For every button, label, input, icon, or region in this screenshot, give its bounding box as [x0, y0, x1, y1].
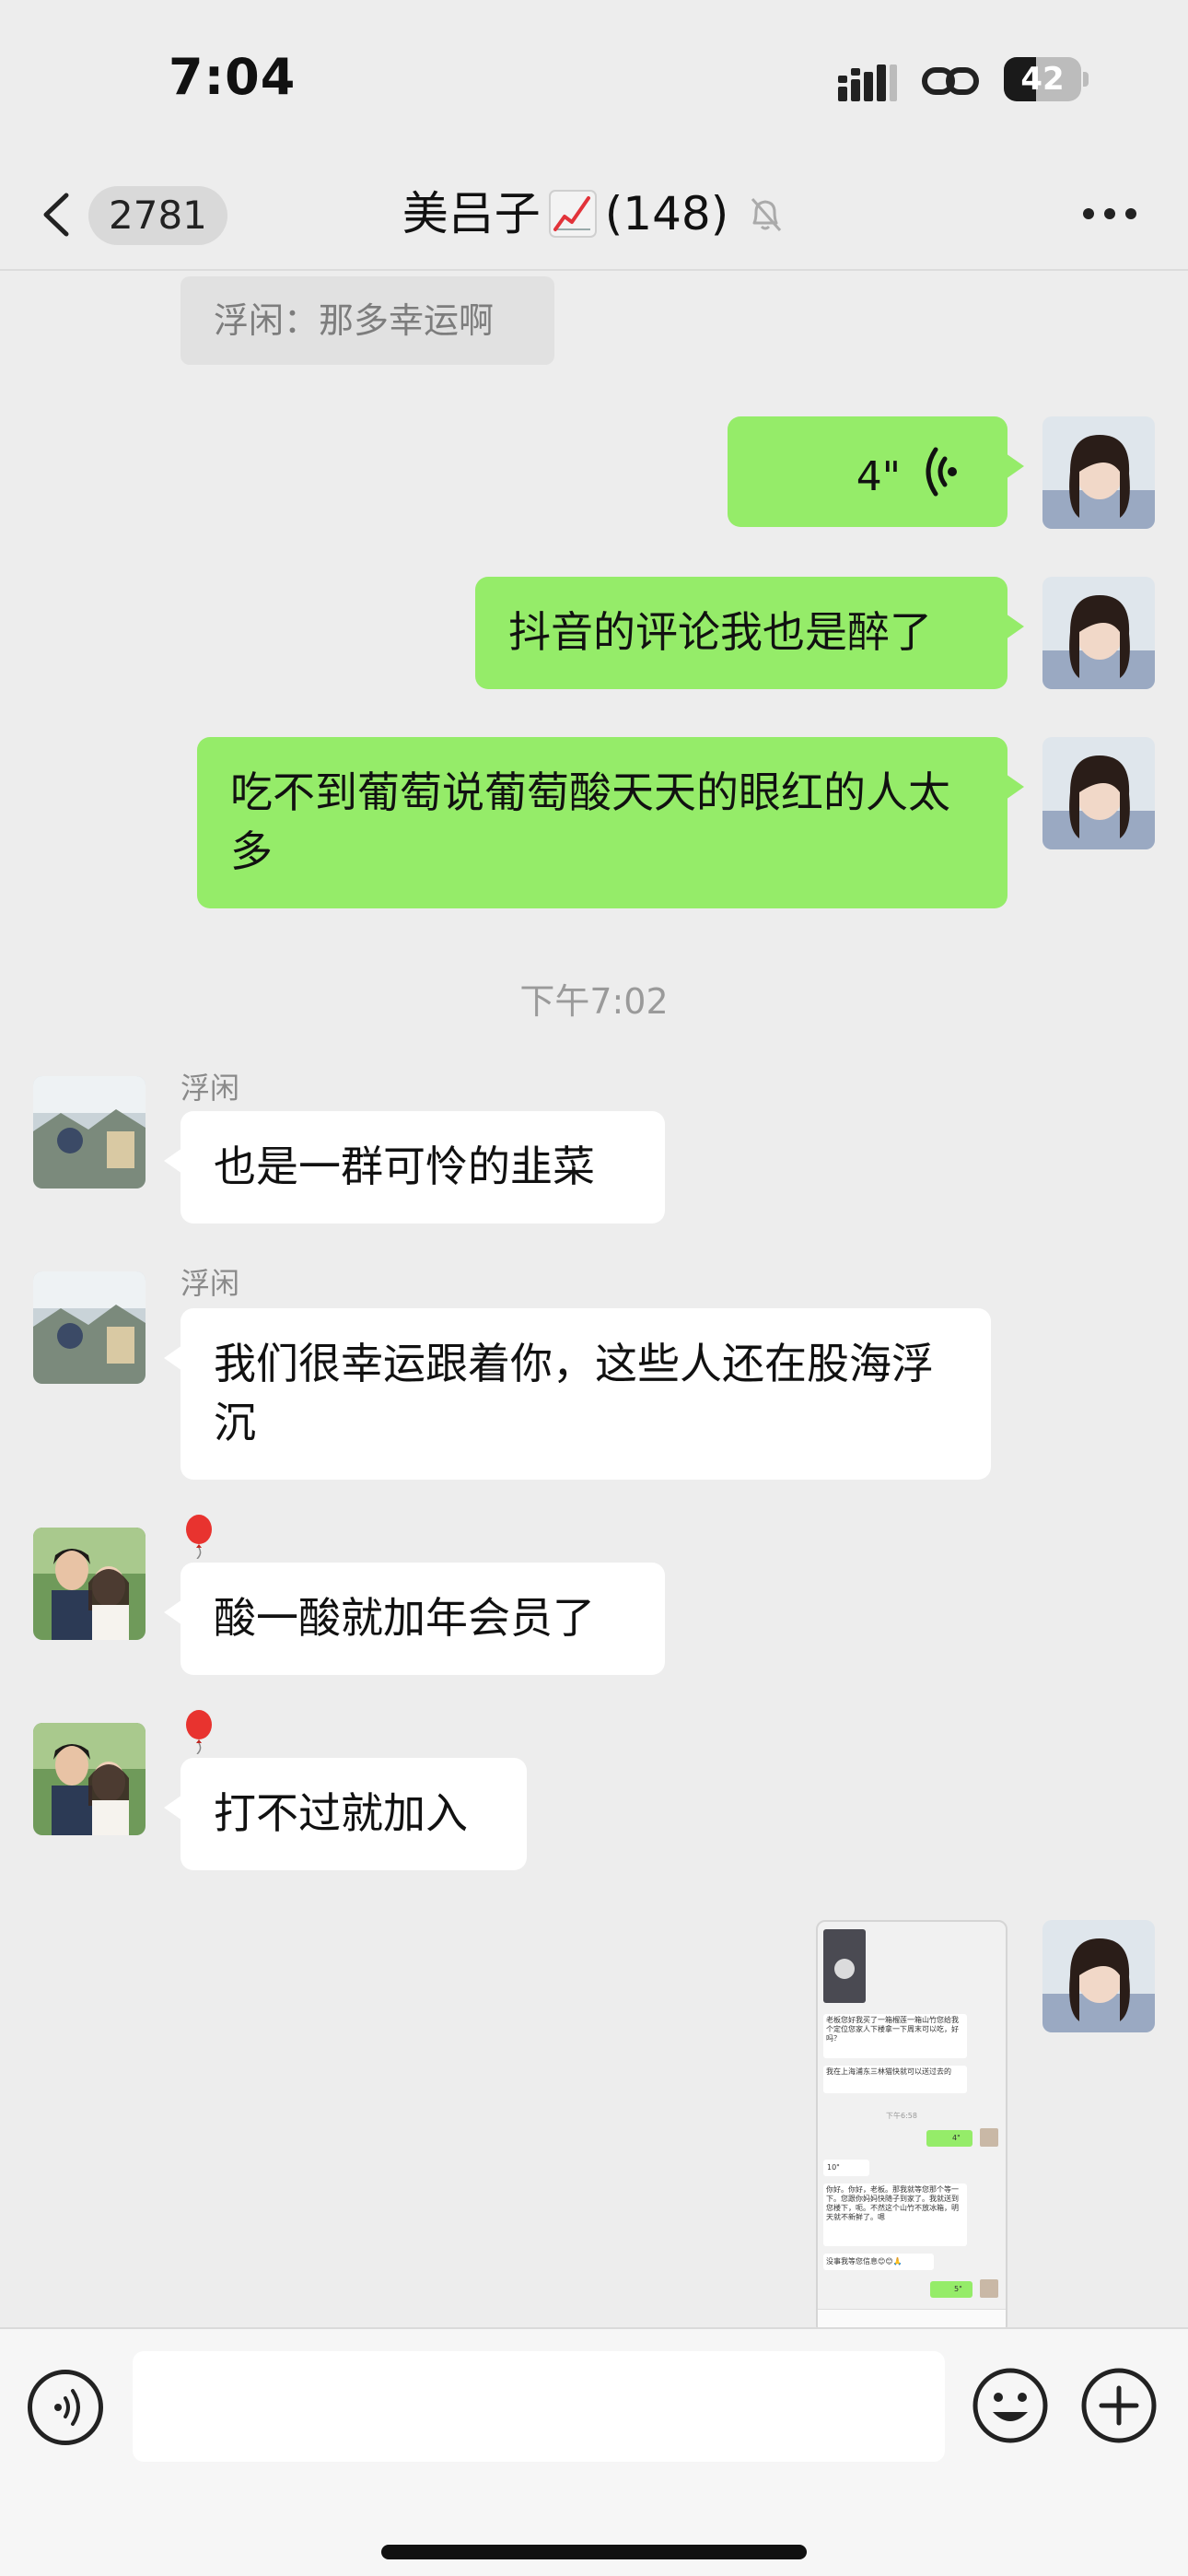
sender-avatar[interactable]	[33, 1271, 146, 1384]
wechat-group-chat-screen: 7:04 42 2781 美吕子 (148) 浮闲：那多幸运啊 4" 抖音的评论…	[0, 0, 1188, 2576]
input-bar	[0, 2327, 1188, 2576]
home-indicator[interactable]	[381, 2545, 807, 2559]
message-list[interactable]: 浮闲：那多幸运啊 4" 抖音的评论我也是醉了 吃不到葡萄说葡萄酸天天的眼红的人太…	[0, 273, 1188, 2327]
incoming-message[interactable]: 我们很幸运跟着你，这些人还在股海浮沉	[164, 1308, 991, 1480]
battery-indicator: 42	[1004, 57, 1089, 101]
outgoing-message[interactable]: 吃不到葡萄说葡萄酸天天的眼红的人太多	[197, 737, 1024, 908]
bell-slash-icon	[751, 198, 782, 231]
voice-wave-icon	[926, 447, 957, 497]
chat-title[interactable]: 美吕子 (148)	[402, 157, 786, 271]
more-functions-button[interactable]	[1079, 2366, 1159, 2445]
status-time: 7:04	[169, 48, 297, 106]
screenshot-image-message[interactable]: 老板您好我买了一箱榴莲一箱山竹您给我个定位您家人下楼拿一下周末可以吃，好吗？ 我…	[816, 1920, 1007, 2327]
member-count: (148)	[604, 187, 729, 240]
chat-header: 2781 美吕子 (148)	[0, 157, 1188, 271]
message-timestamp: 下午7:02	[519, 981, 669, 1022]
thumb-text: 5"	[954, 2285, 962, 2293]
voice-message-bubble[interactable]: 4"	[728, 416, 1024, 527]
chevron-left-icon	[43, 193, 69, 237]
unread-count-badge: 2781	[88, 186, 227, 245]
my-avatar[interactable]	[1042, 577, 1155, 689]
thumb-text: 老板您好我买了一箱榴莲一箱山竹您给我个定位您家人下楼拿一下周末可以吃，好吗？	[826, 2016, 959, 2043]
emoji-button[interactable]	[971, 2366, 1050, 2445]
incoming-message[interactable]: 也是一群可怜的韭菜	[164, 1111, 665, 1224]
back-button[interactable]: 2781	[33, 177, 227, 251]
group-name: 美吕子	[402, 187, 541, 240]
more-options-button[interactable]	[1077, 193, 1142, 234]
personal-hotspot-icon	[922, 67, 979, 95]
incoming-message[interactable]: 酸一酸就加年会员了	[164, 1563, 665, 1675]
balloon-icon	[186, 1710, 212, 1754]
sender-avatar[interactable]	[33, 1076, 146, 1188]
my-avatar[interactable]	[1042, 416, 1155, 529]
message-input[interactable]	[133, 2351, 945, 2462]
thumb-text: 下午6:58	[886, 2112, 917, 2120]
outgoing-message[interactable]: 抖音的评论我也是醉了	[475, 577, 1024, 689]
quoted-message[interactable]: 浮闲：那多幸运啊	[181, 276, 554, 365]
my-avatar[interactable]	[1042, 737, 1155, 849]
sender-avatar[interactable]	[33, 1723, 146, 1835]
chart-increasing-icon	[548, 190, 597, 238]
status-bar: 7:04 42	[0, 0, 1188, 157]
thumb-text: 我在上海浦东三林猫快就可以送过去的	[826, 2067, 951, 2076]
thumb-text: 10"	[827, 2163, 840, 2172]
sender-name: 浮闲	[181, 1071, 240, 1106]
sender-avatar[interactable]	[33, 1528, 146, 1640]
battery-percent: 42	[1020, 61, 1065, 98]
voice-input-button[interactable]	[28, 2370, 103, 2445]
incoming-message[interactable]: 打不过就加入	[164, 1758, 527, 1870]
thumb-text: 没事我等您信息😊😊🙏	[826, 2257, 903, 2266]
voice-wave-icon	[54, 2389, 80, 2426]
thumb-text: 你好。你好，老板。那我就等您那个等一下。您跟你妈妈快随子到家了。我就送到您楼下，…	[826, 2185, 959, 2221]
balloon-icon	[186, 1515, 212, 1559]
my-avatar[interactable]	[1042, 1920, 1155, 2032]
thumb-text: 4"	[952, 2134, 961, 2142]
voice-duration: 4"	[856, 453, 901, 500]
cellular-signal-icon	[838, 64, 897, 101]
sender-name: 浮闲	[181, 1266, 240, 1301]
